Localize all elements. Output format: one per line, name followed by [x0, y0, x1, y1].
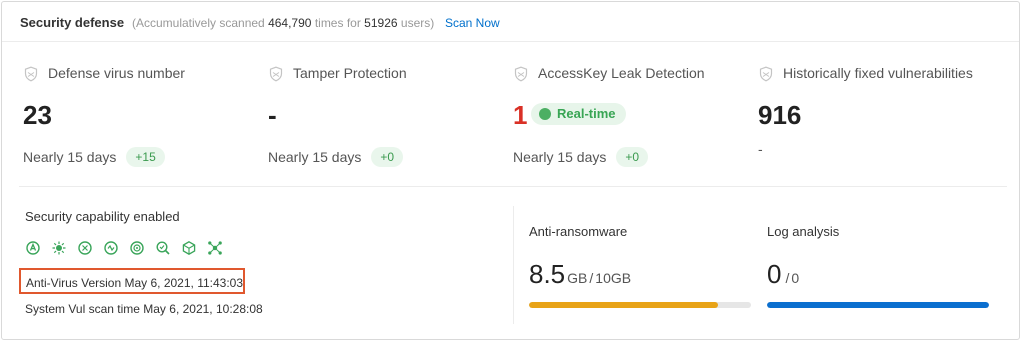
stat-accesskey-leak: AccessKey Leak Detection 1 Real-time Nea…: [513, 62, 758, 182]
shield-icon: [759, 66, 773, 82]
shield-icon: [514, 66, 528, 82]
usage-progress-fill: [529, 302, 718, 308]
section-divider: [19, 186, 1007, 187]
delta-badge: +0: [371, 147, 404, 167]
security-defense-card: Security defense (Accumulatively scanned…: [1, 1, 1020, 340]
scan-now-link[interactable]: Scan Now: [445, 16, 500, 30]
antivirus-version: Anti-Virus Version May 6, 2021, 11:43:03: [26, 276, 244, 290]
usage-value: 0/0: [767, 259, 799, 290]
shield-icon: [269, 66, 283, 82]
shield-icon: [24, 66, 38, 82]
network-icon: [208, 241, 222, 255]
stat-value: 23: [23, 100, 52, 130]
stat-period: Nearly 15 days: [513, 149, 607, 165]
stat-period: Nearly 15 days: [268, 149, 362, 165]
container-icon: [182, 241, 196, 255]
stat-value: -: [268, 100, 277, 130]
usage-progress-bar: [529, 302, 751, 308]
stat-trend: Nearly 15 days +0: [268, 147, 404, 167]
stat-label: Tamper Protection: [293, 65, 407, 81]
usage-title: Log analysis: [767, 224, 840, 239]
scan-summary: (Accumulatively scanned 464,790 times fo…: [132, 16, 434, 30]
stat-label: Historically fixed vulnerabilities: [783, 65, 973, 81]
antivirus-icon: [26, 241, 40, 255]
scan-summary-suffix: users): [400, 16, 435, 30]
stat-tamper-protection: Tamper Protection - Nearly 15 days +0: [268, 62, 513, 182]
bug-icon: [52, 241, 66, 255]
usage-separator: /: [589, 270, 594, 286]
scan-count: 464,790: [268, 16, 312, 30]
usage-value: 8.5 GB/10GB: [529, 259, 631, 290]
stat-period: Nearly 15 days: [23, 149, 117, 165]
usage-anti-ransomware: Anti-ransomware 8.5 GB/10GB: [529, 224, 751, 314]
delta-badge: +0: [616, 147, 649, 167]
search-scan-icon: [156, 241, 170, 255]
realtime-label: Real-time: [557, 106, 616, 121]
capabilities-title: Security capability enabled: [25, 209, 180, 224]
stat-fixed-vulnerabilities: Historically fixed vulnerabilities 916 -: [758, 62, 1018, 182]
stat-period: -: [758, 141, 763, 157]
delta-badge: +15: [126, 147, 165, 167]
user-count: 51926: [364, 16, 398, 30]
card-title: Security defense: [20, 15, 125, 30]
stat-value: 916: [758, 100, 802, 130]
vul-scan-time: System Vul scan time May 6, 2021, 10:28:…: [25, 302, 263, 316]
tamper-icon: [78, 241, 92, 255]
vulnerability-icon: [104, 241, 118, 255]
stat-trend: Nearly 15 days +15: [23, 147, 165, 167]
stat-trend: Nearly 15 days +0: [513, 147, 649, 167]
baseline-icon: [130, 241, 144, 255]
usage-separator: /: [785, 270, 790, 286]
scan-summary-middle: times for: [314, 16, 361, 30]
usage-unit: GB: [567, 270, 588, 286]
usage-total: 0: [791, 270, 800, 286]
usage-used: 0: [767, 259, 782, 289]
usage-total: 10GB: [595, 270, 632, 286]
stat-label: Defense virus number: [48, 65, 185, 81]
usage-progress-bar: [767, 302, 989, 308]
usage-title: Anti-ransomware: [529, 224, 628, 239]
column-divider: [513, 206, 514, 324]
stat-value: 1: [513, 100, 528, 130]
usage-used: 8.5: [529, 259, 566, 289]
card-header: Security defense (Accumulatively scanned…: [2, 2, 1019, 42]
stat-defense-virus: Defense virus number 23 Nearly 15 days +1…: [23, 62, 268, 182]
scan-summary-prefix: (Accumulatively scanned: [132, 16, 265, 30]
realtime-badge: Real-time: [531, 103, 626, 125]
realtime-icon: [539, 108, 551, 120]
stat-label: AccessKey Leak Detection: [538, 65, 705, 81]
usage-log-analysis: Log analysis 0/0: [767, 224, 989, 314]
usage-progress-fill: [767, 302, 989, 308]
